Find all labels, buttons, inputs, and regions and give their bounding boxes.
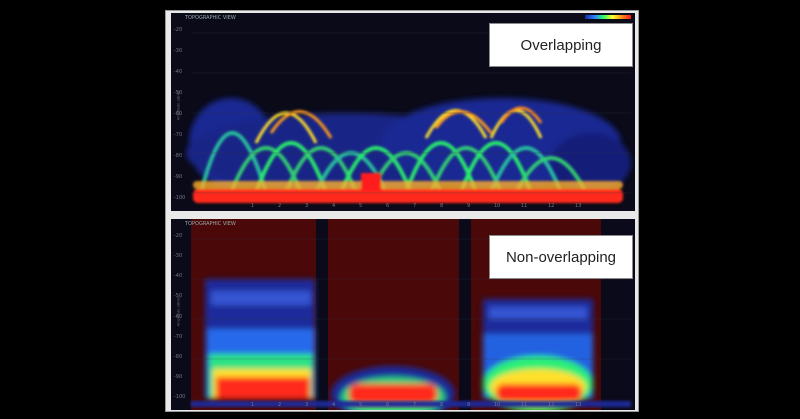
x-tick-label: 4 (332, 203, 336, 209)
x-tick-label: 1 (251, 203, 255, 209)
y-tick-label: -30 (174, 253, 183, 260)
y-tick-label: -50 (174, 293, 183, 300)
x-tick-label: 8 (440, 402, 444, 408)
x-tick-label: 8 (440, 203, 444, 209)
x-tick-label: 9 (467, 402, 471, 408)
y-tick-label: -80 (174, 153, 183, 159)
y-tick-label: -50 (174, 90, 183, 96)
x-tick-label: 7 (413, 203, 417, 209)
x-tick-label: 7 (413, 402, 417, 408)
y-tick-label: -100 (174, 195, 186, 201)
x-tick-label: 13 (575, 203, 582, 209)
x-tick-label: 10 (494, 402, 501, 408)
x-tick-label: 12 (548, 203, 555, 209)
x-tick-label: 13 (575, 402, 582, 408)
x-tick-label: 1 (251, 402, 255, 408)
y-tick-label: -20 (174, 27, 183, 33)
y-tick-label: -70 (174, 333, 183, 340)
y-tick-label: -40 (174, 273, 183, 280)
y-tick-label: -90 (174, 373, 183, 380)
app-tag-bottom: TOPOGRAPHIC VIEW (185, 221, 236, 227)
x-tick-label: 6 (386, 402, 390, 408)
x-tick-label: 2 (278, 402, 282, 408)
y-tick-label: -60 (174, 111, 183, 117)
non-overlapping-label: Non-overlapping (489, 235, 633, 279)
y-tick-label: -40 (174, 69, 183, 75)
x-tick-label: 3 (305, 203, 309, 209)
y-axis-label-bottom: Amplitude (dBm) (175, 296, 181, 327)
y-tick-label: -30 (174, 48, 183, 54)
y-tick-label: -80 (174, 353, 183, 360)
y-tick-label: -90 (174, 174, 183, 180)
y-tick-label: -70 (174, 132, 183, 138)
x-tick-label: 5 (359, 402, 363, 408)
x-tick-label: 5 (359, 203, 363, 209)
y-tick-label: -100 (174, 394, 186, 400)
x-tick-label: 2 (278, 203, 282, 209)
color-scale-legend (585, 15, 631, 19)
x-tick-label: 10 (494, 203, 501, 209)
x-tick-label: 12 (548, 402, 555, 408)
y-tick-label: -20 (174, 233, 183, 239)
overlapping-spectrum-panel: TOPOGRAPHIC VIEW Amplitude (dBm) -20 -30-… (171, 13, 635, 211)
x-tick-label: 4 (332, 402, 336, 408)
x-tick-label: 6 (386, 203, 390, 209)
spectrum-figure: TOPOGRAPHIC VIEW Amplitude (dBm) -20 -30 -… (165, 10, 639, 412)
non-overlapping-spectrum-panel: TOPOGRAPHIC VIEW Amplitude (dBm) -20 -30 -… (171, 219, 635, 410)
app-tag-top: TOPOGRAPHIC VIEW (185, 15, 236, 21)
x-tick-label: 3 (305, 402, 309, 408)
x-tick-label: 11 (521, 402, 528, 408)
overlapping-label: Overlapping (489, 23, 633, 67)
y-tick-label: -60 (174, 313, 183, 320)
x-tick-label: 11 (521, 203, 528, 209)
x-tick-label: 9 (467, 203, 471, 209)
